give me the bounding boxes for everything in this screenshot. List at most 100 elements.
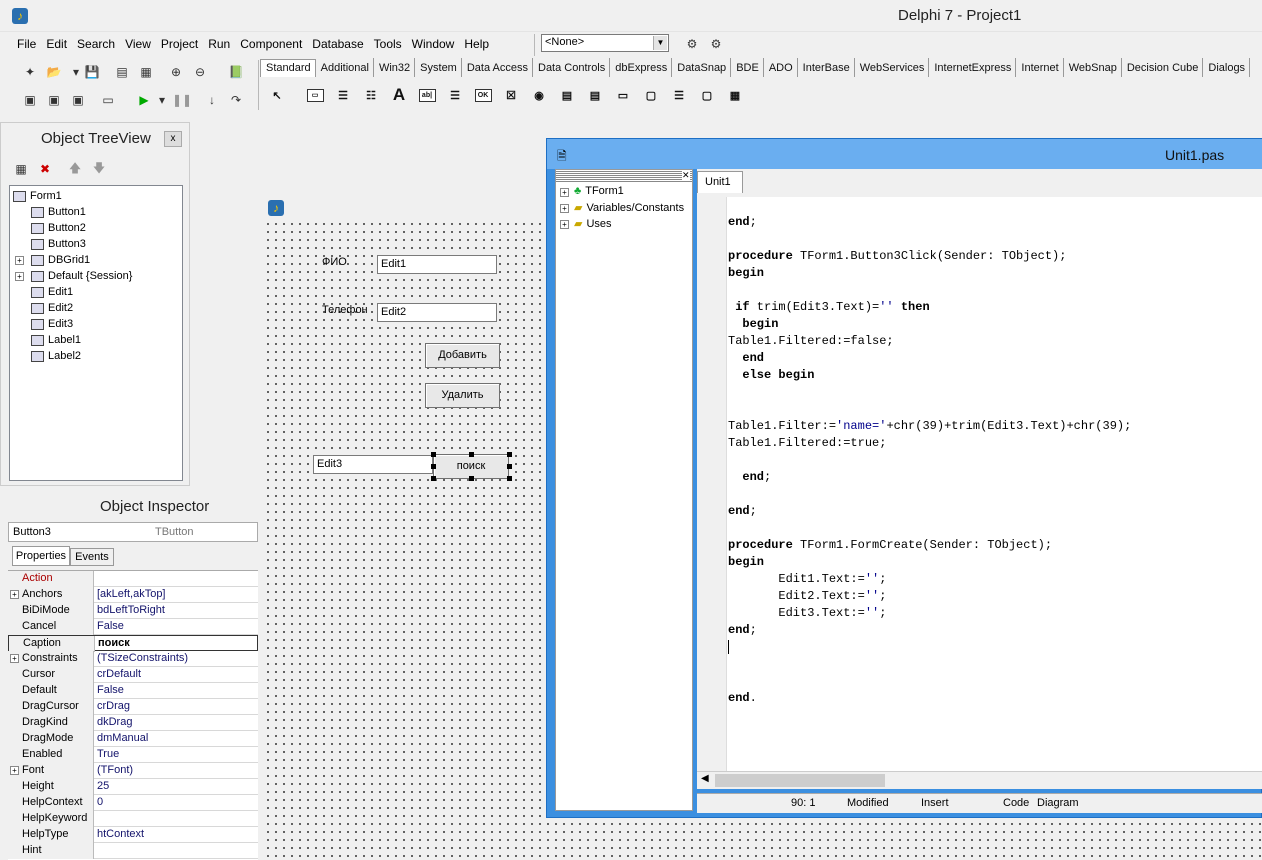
menu-window[interactable]: Window: [407, 34, 460, 54]
pointer-tool-icon[interactable]: ↖: [266, 84, 288, 106]
expand-icon[interactable]: +: [15, 272, 24, 281]
expand-icon[interactable]: +: [10, 654, 19, 663]
tab-datasnap[interactable]: DataSnap: [672, 58, 732, 77]
scroll-left-icon[interactable]: ◀: [701, 773, 709, 784]
tab-additional[interactable]: Additional: [316, 58, 374, 77]
tree-item-dbgrid1[interactable]: DBGrid1: [31, 252, 90, 268]
resize-handle[interactable]: [507, 464, 512, 469]
code-line[interactable]: Edit3.Text:='';: [728, 605, 886, 622]
memo-component-icon[interactable]: ☰: [444, 84, 466, 106]
tab-internetexpress[interactable]: InternetExpress: [929, 58, 1017, 77]
explorer-item-uses[interactable]: ▰ Uses: [574, 217, 612, 230]
tab-internet[interactable]: Internet: [1016, 58, 1064, 77]
tree-item-button1[interactable]: Button1: [31, 204, 86, 220]
resize-handle[interactable]: [469, 476, 474, 481]
property-value[interactable]: 25: [97, 779, 109, 794]
tab-dbexpress[interactable]: dbExpress: [610, 58, 673, 77]
code-line[interactable]: end;: [728, 503, 757, 520]
code-line[interactable]: Table1.Filtered:=false;: [728, 333, 894, 350]
tree-item-form1[interactable]: Form1: [13, 188, 62, 204]
property-value[interactable]: [akLeft,akTop]: [97, 587, 166, 602]
property-row-default[interactable]: Default False: [8, 683, 258, 699]
property-row-helpcontext[interactable]: HelpContext 0: [8, 795, 258, 811]
toggle-form-unit-icon[interactable]: ▣: [68, 90, 88, 110]
code-line[interactable]: procedure TForm1.Button3Click(Sender: TO…: [728, 248, 1066, 265]
save-icon[interactable]: 💾: [82, 62, 102, 82]
menu-help[interactable]: Help: [459, 34, 494, 54]
help-book-icon[interactable]: 📗: [226, 62, 246, 82]
resize-handle[interactable]: [469, 452, 474, 457]
scrollbar-component-icon[interactable]: ▭: [612, 84, 634, 106]
groupbox-component-icon[interactable]: ▢: [640, 84, 662, 106]
resize-handle[interactable]: [507, 476, 512, 481]
button-component-icon[interactable]: OK: [472, 84, 494, 106]
pause-icon[interactable]: ❚❚: [172, 90, 192, 110]
tree-item-edit3[interactable]: Edit3: [31, 316, 73, 332]
move-down-icon[interactable]: 🡇: [89, 159, 109, 179]
code-area[interactable]: end; procedure TForm1.Button3Click(Sender…: [697, 197, 1262, 775]
delete-button[interactable]: Удалить: [425, 383, 500, 408]
property-row-height[interactable]: Height 25: [8, 779, 258, 795]
tab-diagram[interactable]: Diagram: [1037, 797, 1079, 809]
tab-webservices[interactable]: WebServices: [855, 58, 930, 77]
property-value[interactable]: (TFont): [97, 763, 133, 778]
code-line[interactable]: Table1.Filtered:=true;: [728, 435, 886, 452]
step-over-icon[interactable]: ↷: [226, 90, 246, 110]
code-line[interactable]: begin: [728, 554, 764, 571]
property-row-action[interactable]: Action: [8, 571, 258, 587]
tab-bde[interactable]: BDE: [731, 58, 764, 77]
add-button[interactable]: Добавить: [425, 343, 500, 368]
code-line[interactable]: end;: [728, 469, 771, 486]
code-line[interactable]: Edit1.Text:='';: [728, 571, 886, 588]
tab-properties[interactable]: Properties: [12, 546, 70, 566]
property-value[interactable]: htContext: [97, 827, 144, 842]
menu-view[interactable]: View: [120, 34, 156, 54]
code-line[interactable]: else begin: [728, 367, 814, 384]
tab-decision-cube[interactable]: Decision Cube: [1122, 58, 1204, 77]
code-line[interactable]: begin: [728, 316, 778, 333]
edit2-field[interactable]: Edit2: [377, 303, 497, 322]
tree-item-button3[interactable]: Button3: [31, 236, 86, 252]
tree-item-default-session[interactable]: Default {Session}: [31, 268, 132, 284]
run-icon[interactable]: ▶: [134, 90, 154, 110]
new-item-icon[interactable]: ▦: [11, 159, 31, 179]
move-up-icon[interactable]: 🡅: [65, 159, 85, 179]
edit-component-icon[interactable]: ab|: [416, 84, 438, 106]
save-all-icon[interactable]: ▤: [112, 62, 132, 82]
explorer-item-tform1[interactable]: ♣ TForm1: [574, 185, 624, 197]
tree-item-edit2[interactable]: Edit2: [31, 300, 73, 316]
property-value[interactable]: (TSizeConstraints): [97, 651, 188, 666]
menu-file[interactable]: File: [12, 34, 41, 54]
panel-component-icon[interactable]: ▢: [696, 84, 718, 106]
close-icon[interactable]: x: [164, 131, 182, 147]
view-unit-icon[interactable]: ▣: [20, 90, 40, 110]
scrollbar-thumb[interactable]: [715, 774, 885, 787]
property-row-bidimode[interactable]: BiDiMode bdLeftToRight: [8, 603, 258, 619]
tree-item-button2[interactable]: Button2: [31, 220, 86, 236]
checkbox-component-icon[interactable]: ☒: [500, 84, 522, 106]
combobox-component-icon[interactable]: ▤: [584, 84, 606, 106]
delphi-app-icon[interactable]: ♪: [12, 8, 28, 24]
property-value[interactable]: поиск: [98, 636, 130, 651]
set-debug-desktop-icon[interactable]: ⚙: [706, 34, 726, 54]
code-line[interactable]: Table1.Filter:='name='+chr(39)+trim(Edit…: [728, 418, 1131, 435]
tab-standard[interactable]: Standard: [260, 59, 316, 77]
tab-system[interactable]: System: [415, 58, 462, 77]
code-line[interactable]: end.: [728, 690, 757, 707]
property-row-dragkind[interactable]: DragKind dkDrag: [8, 715, 258, 731]
edit3-field[interactable]: Edit3: [313, 455, 433, 474]
object-selector-combo[interactable]: Button3 TButton: [8, 522, 258, 542]
expand-icon[interactable]: +: [560, 220, 569, 229]
desktop-layout-combo[interactable]: <None> ▼: [541, 34, 669, 52]
remove-from-project-icon[interactable]: ⊖: [190, 62, 210, 82]
radiobutton-component-icon[interactable]: ◉: [528, 84, 550, 106]
menu-database[interactable]: Database: [307, 34, 368, 54]
tab-data-access[interactable]: Data Access: [462, 58, 533, 77]
expand-icon[interactable]: +: [15, 256, 24, 265]
resize-handle[interactable]: [431, 464, 436, 469]
menu-run[interactable]: Run: [203, 34, 235, 54]
property-value[interactable]: crDefault: [97, 667, 141, 682]
expand-icon[interactable]: +: [10, 590, 19, 599]
label-component-icon[interactable]: A: [388, 84, 410, 106]
tab-websnap[interactable]: WebSnap: [1064, 58, 1122, 77]
